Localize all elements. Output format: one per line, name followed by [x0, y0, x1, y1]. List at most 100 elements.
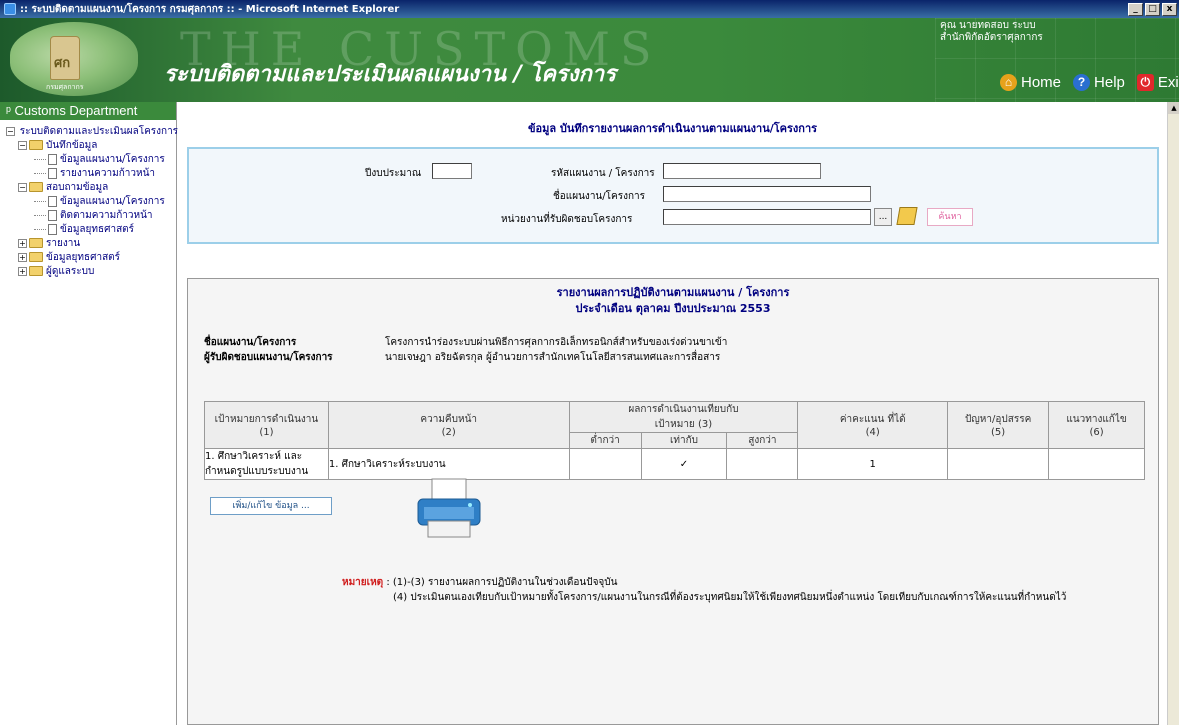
- table-row: 1. ศึกษาวิเคราะห์ และกำหนดรูปแบบระบบงาน …: [204, 448, 1145, 480]
- clear-icon[interactable]: [896, 207, 918, 225]
- document-icon: [48, 167, 57, 179]
- document-icon: [48, 153, 57, 165]
- tree-item-track-progress[interactable]: ติดตามความก้าวหน้า: [6, 208, 176, 222]
- col-header-problem: ปัญหา/อุปสรรค (5): [947, 401, 1050, 449]
- browse-button[interactable]: ...: [874, 208, 892, 226]
- search-button[interactable]: ค้นหา: [927, 208, 973, 226]
- power-icon: ⏻: [1136, 74, 1154, 91]
- folder-icon: [29, 266, 43, 276]
- col-header-solution: แนวทางแก้ไข (6): [1048, 401, 1145, 449]
- tree-group-label: ข้อมูลยุทธศาสตร์: [46, 251, 121, 263]
- help-label: Help: [1094, 74, 1125, 91]
- unit-input[interactable]: [663, 209, 871, 225]
- code-input[interactable]: [663, 163, 821, 179]
- plan-value: โครงการนำร่องระบบผ่านพิธีการศุลกากรอิเล็…: [385, 337, 728, 348]
- tree-group-label: สอบถามข้อมูล: [46, 181, 109, 193]
- cell-score: 1: [797, 448, 949, 480]
- app-header: THE CUSTOMS ศก กรมศุลกากร ระบบติดตามและป…: [0, 18, 1179, 102]
- help-link[interactable]: ? Help: [1073, 74, 1125, 91]
- tree-group-label: ผู้ดูแลระบบ: [46, 265, 95, 277]
- emblem-text: ศก: [54, 56, 71, 71]
- tree-item-label: รายงานความก้าวหน้า: [60, 167, 156, 179]
- col-header-result: ผลการดำเนินงานเทียบกับ เป้าหมาย (3): [568, 401, 799, 433]
- note-text-2: (4) ประเมินตนเองเทียบกับเป้าหมายทั้งโครง…: [393, 592, 1067, 603]
- tree-group-record[interactable]: − บันทึกข้อมูล: [6, 138, 176, 152]
- tree-group-strategy[interactable]: + ข้อมูลยุทธศาสตร์: [6, 250, 176, 264]
- maximize-button[interactable]: □: [1145, 2, 1160, 16]
- tree-item-label: ข้อมูลแผนงาน/โครงการ: [60, 195, 165, 207]
- sidebar-header-label: Customs Department: [14, 103, 138, 118]
- expand-icon[interactable]: +: [18, 252, 27, 262]
- document-icon: [48, 195, 57, 207]
- home-link[interactable]: ⌂ Home: [1000, 74, 1061, 91]
- col-header-score: ค่าคะแนน ที่ได้ (4): [797, 401, 949, 449]
- cell-solution: [1048, 448, 1145, 480]
- printer-icon[interactable]: [414, 477, 484, 541]
- user-name: คุณ นายทดสอบ ระบบ: [940, 20, 1036, 31]
- collapse-icon[interactable]: −: [18, 182, 27, 192]
- year-input[interactable]: [432, 163, 472, 179]
- owner-value: นายเจษฎา อริยฉัตรกุล ผู้อำนวยการสำนักเทค…: [385, 352, 721, 363]
- tree-line: [34, 172, 46, 174]
- col-header-equal: เท่ากับ: [640, 432, 728, 449]
- top-nav: ⌂ Home ? Help ⏻ Exit: [1000, 74, 1179, 91]
- folder-icon: [29, 252, 43, 262]
- expand-icon[interactable]: +: [18, 266, 27, 276]
- exit-label: Exit: [1157, 74, 1179, 91]
- folder-icon: [29, 238, 43, 248]
- home-icon: ⌂: [1000, 74, 1017, 91]
- col-header-higher: สูงกว่า: [726, 432, 799, 449]
- exit-link[interactable]: ⏻ Exit: [1136, 74, 1179, 91]
- cell-higher: [726, 448, 799, 480]
- collapse-icon[interactable]: −: [18, 140, 27, 150]
- user-department: สำนักพิกัดอัตราศุลกากร: [940, 32, 1043, 43]
- tree-item-label: ติดตามความก้าวหน้า: [60, 209, 153, 221]
- tree-line: [34, 214, 46, 216]
- tree-group-label: รายงาน: [46, 237, 81, 249]
- document-icon: [48, 223, 57, 235]
- scroll-up-icon[interactable]: ▲: [1168, 102, 1179, 114]
- folder-icon: [29, 182, 43, 192]
- customs-logo: ศก กรมศุลกากร: [10, 22, 138, 96]
- report-subtitle: ประจำเดือน ตุลาคม ปีงบประมาณ 2553: [575, 302, 771, 315]
- close-button[interactable]: x: [1162, 2, 1177, 16]
- search-form: ปีงบประมาณ รหัสแผนงาน / โครงการ ชื่อแผนง…: [187, 147, 1159, 244]
- app-title: ระบบติดตามและประเมินผลแผนงาน / โครงการ: [164, 62, 616, 87]
- edit-data-button[interactable]: เพิ่ม/แก้ไข ข้อมูล ...: [210, 497, 332, 515]
- tree-item-label: ข้อมูลยุทธศาสตร์: [60, 223, 135, 235]
- report-panel: รายงานผลการปฏิบัติงานตามแผนงาน / โครงการ…: [187, 278, 1159, 725]
- tree-item-plan-data[interactable]: ข้อมูลแผนงาน/โครงการ: [6, 152, 176, 166]
- tree-root-label: ระบบติดตามและประเมินผลโครงการ: [19, 125, 179, 137]
- tree-item-query-plan[interactable]: ข้อมูลแผนงาน/โครงการ: [6, 194, 176, 208]
- tree-item-strategy[interactable]: ข้อมูลยุทธศาสตร์: [6, 222, 176, 236]
- plan-label: ชื่อแผนงาน/โครงการ: [204, 337, 297, 348]
- tree-line: [34, 158, 46, 160]
- cell-problem: [947, 448, 1050, 480]
- col-header-goal: เป้าหมายการดำเนินงาน (1): [204, 401, 329, 449]
- expand-icon[interactable]: +: [18, 238, 27, 248]
- col-header-progress: ความคืบหน้า (2): [327, 401, 570, 449]
- collapse-icon[interactable]: −: [6, 126, 15, 136]
- code-label: รหัสแผนงาน / โครงการ: [551, 168, 655, 179]
- tree-group-query[interactable]: − สอบถามข้อมูล: [6, 180, 176, 194]
- nav-tree: − ระบบติดตามและประเมินผลโครงการ − บันทึก…: [0, 120, 179, 278]
- vertical-scrollbar[interactable]: ▲: [1167, 102, 1179, 725]
- logo-caption: กรมศุลกากร: [46, 83, 84, 91]
- tree-line: [34, 228, 46, 230]
- folder-icon: [29, 140, 43, 150]
- result-table: เป้าหมายการดำเนินงาน (1) ความคืบหน้า (2) ผ…: [204, 401, 1145, 480]
- tree-root[interactable]: − ระบบติดตามและประเมินผลโครงการ: [6, 124, 179, 138]
- name-input[interactable]: [663, 186, 871, 202]
- user-info: คุณ นายทดสอบ ระบบ สำนักพิกัดอัตราศุลกากร: [940, 20, 1043, 44]
- owner-label: ผู้รับผิดชอบแผนงาน/โครงการ: [204, 352, 333, 363]
- tree-group-label: บันทึกข้อมูล: [46, 139, 98, 151]
- note-line-1: หมายเหตุ : (1)-(3) รายงานผลการปฏิบัติงาน…: [342, 575, 617, 590]
- main-content: ข้อมูล บันทึกรายงานผลการดำเนินงานตามแผนง…: [178, 102, 1167, 725]
- note-text-1: : (1)-(3) รายงานผลการปฏิบัติงานในช่วงเดื…: [383, 577, 618, 588]
- minimize-button[interactable]: _: [1128, 2, 1143, 16]
- tree-group-admin[interactable]: + ผู้ดูแลระบบ: [6, 264, 176, 278]
- tree-item-label: ข้อมูลแผนงาน/โครงการ: [60, 153, 165, 165]
- tree-item-progress-report[interactable]: รายงานความก้าวหน้า: [6, 166, 176, 180]
- tree-group-reports[interactable]: + รายงาน: [6, 236, 176, 250]
- document-icon: [48, 209, 57, 221]
